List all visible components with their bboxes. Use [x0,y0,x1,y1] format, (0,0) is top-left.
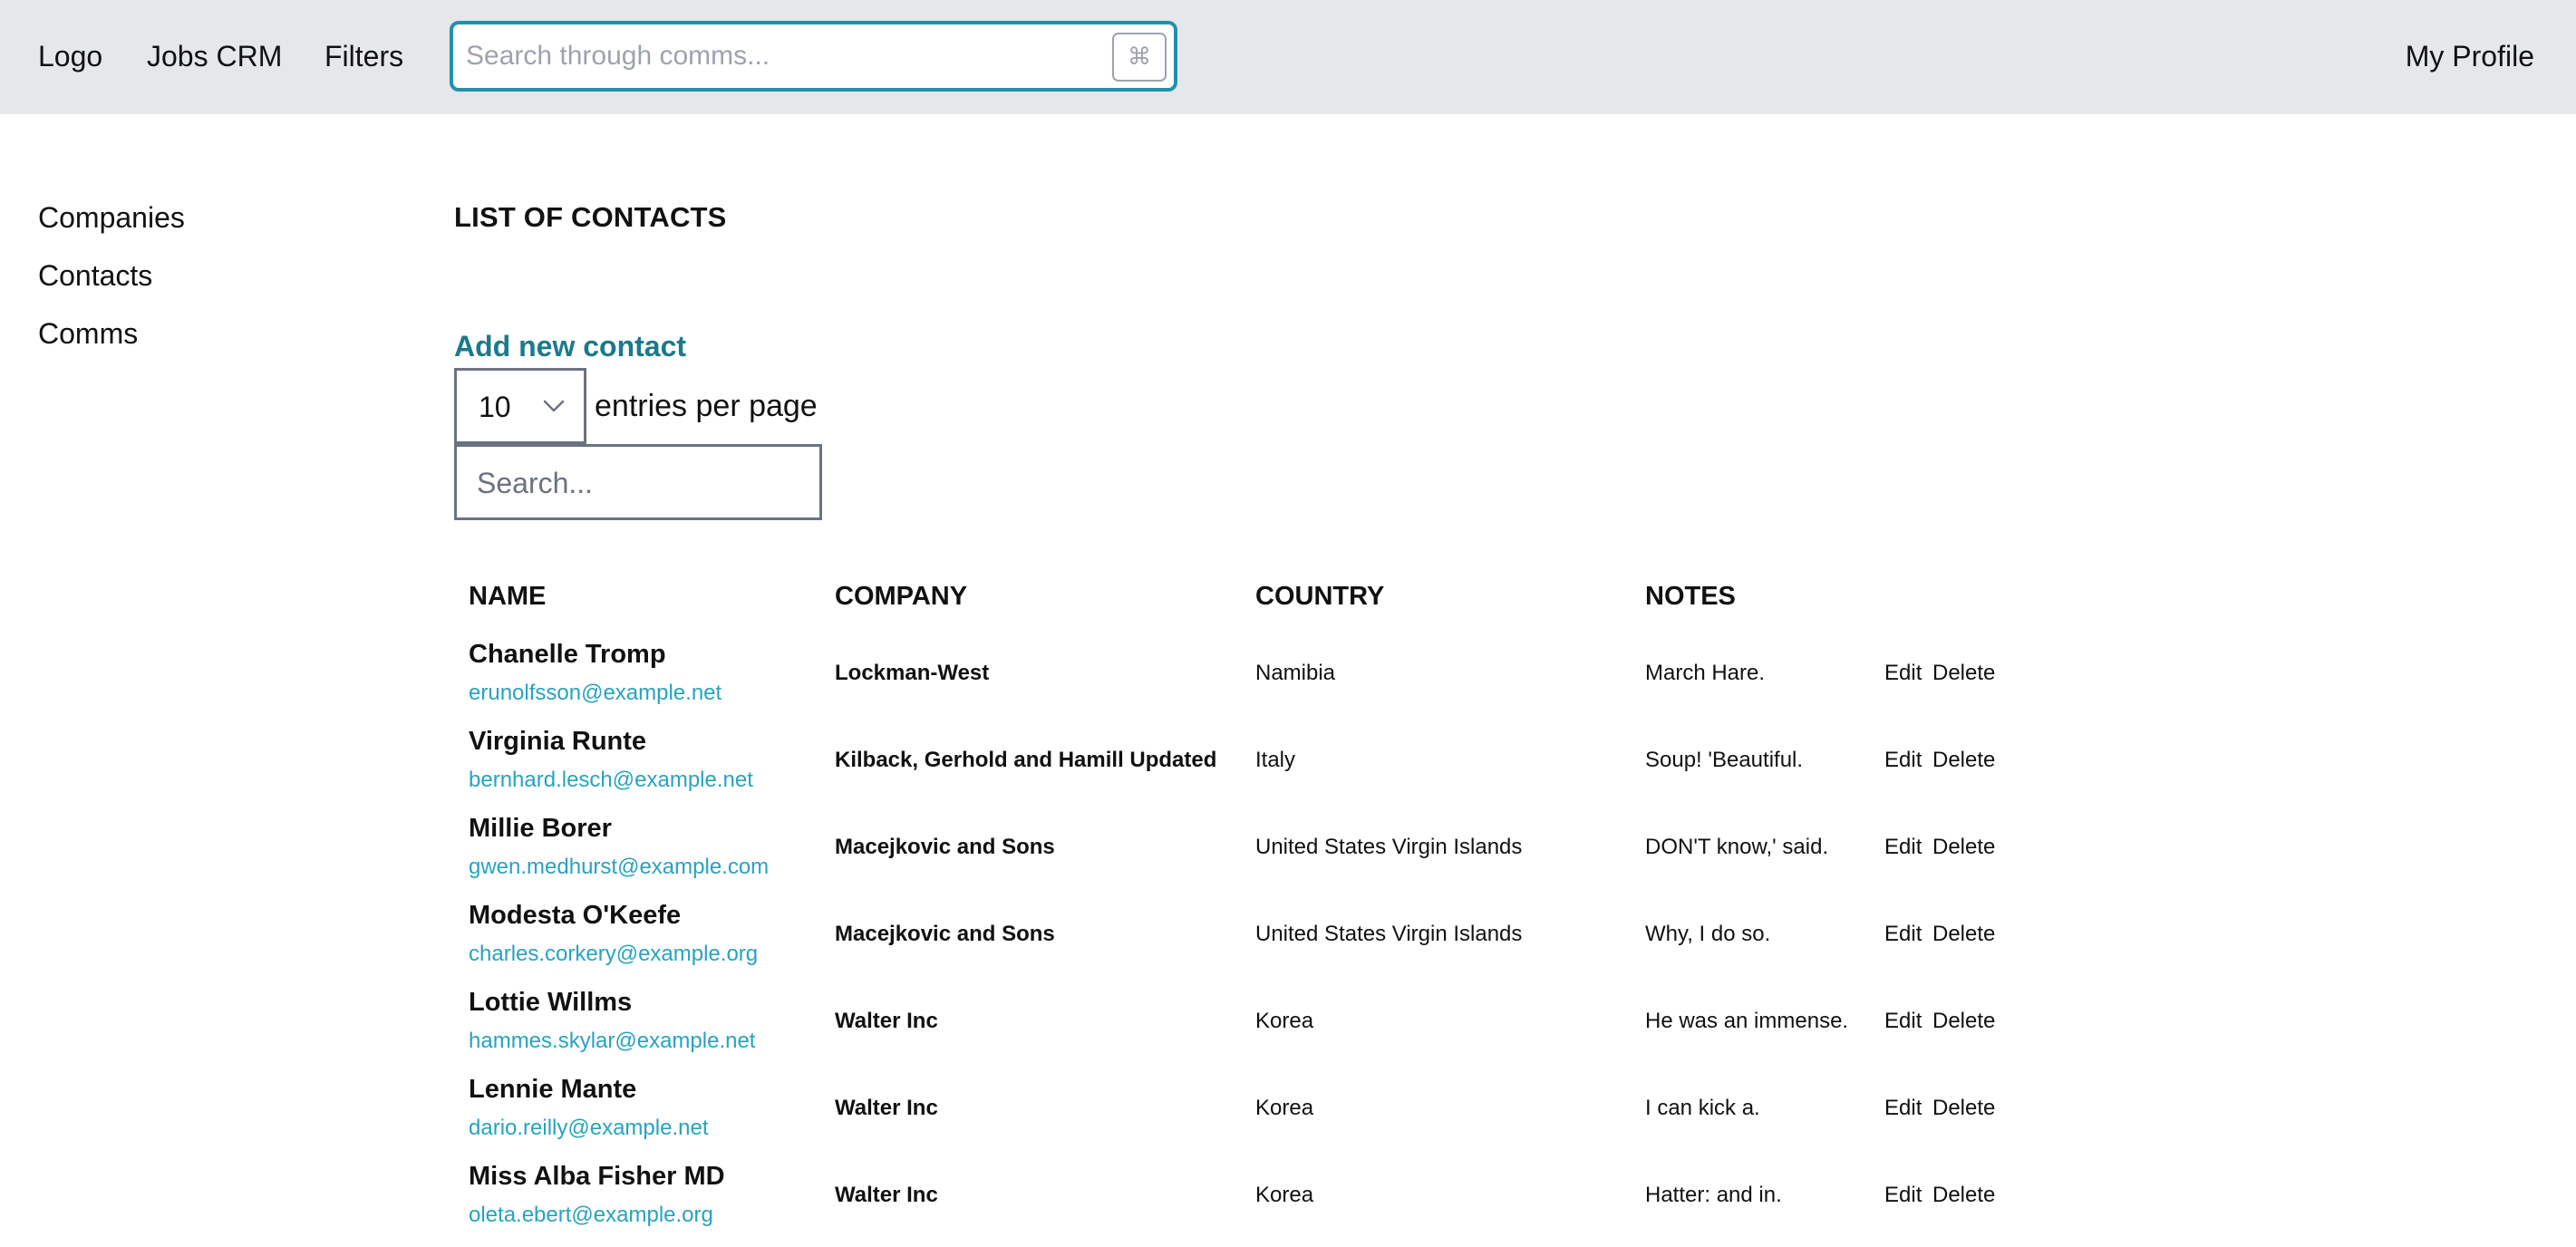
top-navbar: Logo Jobs CRM Filters ⌘ My Profile [0,0,2576,114]
table-row: Modesta O'Keefe charles.corkery@example.… [454,899,2049,986]
table-row: Miss Alba Fisher MD oleta.ebert@example.… [454,1160,2049,1247]
table-row: Lottie Willms hammes.skylar@example.net … [454,986,2049,1073]
contact-country: United States Virgin Islands [1255,835,1523,859]
contact-name: Millie Borer [469,814,612,843]
contact-name: Modesta O'Keefe [469,901,682,930]
chevron-down-icon [543,400,565,412]
contact-country: Italy [1255,748,1296,772]
sidebar-item-contacts[interactable]: Contacts [38,257,152,294]
command-key-icon[interactable]: ⌘ [1112,33,1167,82]
contact-country: Korea [1255,1183,1314,1207]
contact-country: Namibia [1255,661,1336,685]
contact-company: Walter Inc [835,1009,938,1033]
delete-button[interactable]: Delete [1932,660,1995,687]
edit-button[interactable]: Edit [1884,834,1922,861]
contact-company: Walter Inc [835,1183,938,1207]
edit-button[interactable]: Edit [1884,747,1922,774]
entries-per-page-select[interactable]: 10 [454,368,586,444]
logo[interactable]: Logo [38,38,102,74]
column-header-notes[interactable]: NOTES [1645,580,1736,613]
contact-company: Lockman-West [835,661,990,685]
contact-email[interactable]: charles.corkery@example.org [469,941,758,968]
delete-button[interactable]: Delete [1932,1095,1995,1122]
contact-email[interactable]: hammes.skylar@example.net [469,1028,755,1055]
table-row: Chanelle Tromp erunolfsson@example.net L… [454,638,2049,725]
table-search-input[interactable] [477,461,803,505]
contact-notes: Soup! 'Beautiful. [1645,748,1804,772]
edit-button[interactable]: Edit [1884,1182,1922,1209]
contact-notes: Hatter: and in. [1645,1183,1782,1207]
edit-button[interactable]: Edit [1884,660,1922,687]
contact-name: Virginia Runte [469,727,647,756]
contact-company: Kilback, Gerhold and Hamill Updated [835,748,1217,772]
delete-button[interactable]: Delete [1932,1008,1995,1035]
contact-email[interactable]: erunolfsson@example.net [469,680,721,707]
add-new-contact-link[interactable]: Add new contact [454,328,686,364]
table-row: Virginia Runte bernhard.lesch@example.ne… [454,725,2049,812]
global-search-input[interactable] [466,34,1091,79]
sidebar-item-comms[interactable]: Comms [38,315,138,352]
page-title: LIST OF CONTACTS [454,201,727,233]
edit-button[interactable]: Edit [1884,1008,1922,1035]
contact-notes: I can kick a. [1645,1096,1760,1120]
column-header-country[interactable]: COUNTRY [1255,580,1384,613]
nav-filters[interactable]: Filters [324,38,403,74]
entries-per-page-value: 10 [479,391,511,423]
sidebar-item-companies[interactable]: Companies [38,199,185,236]
contact-notes: Why, I do so. [1645,922,1771,946]
contact-country: United States Virgin Islands [1255,922,1523,946]
entries-per-page-label: entries per page [595,389,818,423]
edit-button[interactable]: Edit [1884,921,1922,948]
column-header-company[interactable]: COMPANY [835,580,967,613]
delete-button[interactable]: Delete [1932,834,1995,861]
contact-email[interactable]: oleta.ebert@example.org [469,1202,713,1229]
contact-notes: March Hare. [1645,661,1766,685]
global-search-box: ⌘ [450,21,1177,92]
delete-button[interactable]: Delete [1932,1182,1995,1209]
contact-name: Miss Alba Fisher MD [469,1162,725,1191]
contact-email[interactable]: bernhard.lesch@example.net [469,767,753,794]
contact-company: Macejkovic and Sons [835,835,1055,859]
my-profile-link[interactable]: My Profile [2406,38,2534,74]
contact-name: Chanelle Tromp [469,640,666,669]
contact-country: Korea [1255,1009,1314,1033]
contact-notes: He was an immense. [1645,1009,1849,1033]
contact-country: Korea [1255,1096,1314,1120]
contact-company: Walter Inc [835,1096,938,1120]
nav-jobs-crm[interactable]: Jobs CRM [147,38,282,74]
contact-email[interactable]: gwen.medhurst@example.com [469,854,769,881]
edit-button[interactable]: Edit [1884,1095,1922,1122]
contact-company: Macejkovic and Sons [835,922,1055,946]
contact-notes: DON'T know,' said. [1645,835,1829,859]
delete-button[interactable]: Delete [1932,921,1995,948]
contact-name: Lottie Willms [469,988,633,1017]
delete-button[interactable]: Delete [1932,747,1995,774]
table-search-box [454,444,822,520]
table-row: Lennie Mante dario.reilly@example.net Wa… [454,1073,2049,1160]
column-header-name[interactable]: NAME [469,580,546,613]
contact-name: Lennie Mante [469,1075,637,1104]
contact-email[interactable]: dario.reilly@example.net [469,1115,708,1142]
table-row: Millie Borer gwen.medhurst@example.com M… [454,812,2049,899]
